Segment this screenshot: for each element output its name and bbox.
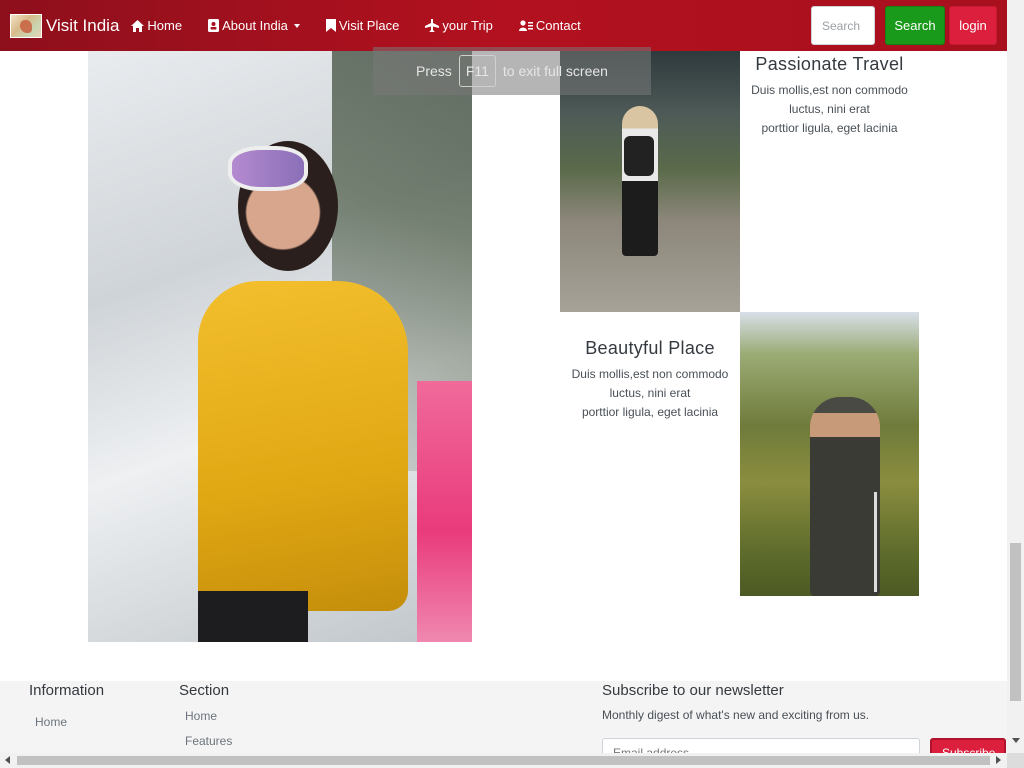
search-input[interactable] bbox=[811, 6, 875, 45]
snowboarder-photo bbox=[88, 51, 472, 642]
nav-item-label: About India bbox=[222, 18, 288, 33]
footer-link-home[interactable]: Home bbox=[185, 709, 232, 723]
card-title: Passionate Travel bbox=[755, 54, 904, 74]
plane-icon bbox=[425, 19, 440, 32]
scroll-right-arrow-icon[interactable] bbox=[996, 756, 1001, 764]
footer-link-home[interactable]: Home bbox=[35, 715, 104, 729]
search-button[interactable]: Search bbox=[885, 6, 945, 45]
india-map-logo bbox=[10, 13, 42, 38]
nav-item-contact[interactable]: Contact bbox=[518, 18, 581, 33]
card-desc-line: porttior ligula, eget lacinia bbox=[761, 121, 898, 135]
card-title: Beautyful Place bbox=[585, 338, 715, 358]
beautyful-place-card: Beautyful Place Duis mollis,est non comm… bbox=[560, 338, 740, 422]
home-icon bbox=[131, 19, 145, 32]
newsletter-heading: Subscribe to our newsletter bbox=[602, 682, 784, 699]
card-desc-line: Duis mollis,est non commodo bbox=[751, 83, 908, 97]
footer-link-features[interactable]: Features bbox=[185, 734, 232, 748]
id-card-icon bbox=[208, 19, 220, 32]
nav-item-label: your Trip bbox=[442, 18, 493, 33]
footer: Information Home Section Home Features S… bbox=[0, 681, 1007, 768]
forest-hiker-photo bbox=[740, 312, 919, 596]
footer-newsletter: Subscribe to our newsletter Monthly dige… bbox=[602, 681, 869, 722]
scrollbar-corner bbox=[1007, 753, 1024, 768]
footer-heading: Section bbox=[179, 682, 230, 699]
bookmark-icon bbox=[325, 19, 336, 32]
brand-link[interactable]: Visit India bbox=[10, 13, 120, 38]
navbar: Visit India Home About India Visit Place… bbox=[0, 0, 1007, 51]
nav-item-about-india[interactable]: About India bbox=[208, 18, 300, 33]
chevron-down-icon bbox=[293, 23, 300, 28]
fullscreen-notice: Press F11 to exit full screen bbox=[373, 47, 651, 95]
nav-item-visit-place[interactable]: Visit Place bbox=[325, 18, 400, 33]
fullscreen-notice-prefix: Press bbox=[416, 63, 452, 79]
footer-section: Section Home Features bbox=[179, 681, 232, 748]
nav-item-label: Visit Place bbox=[338, 18, 400, 33]
nav-item-label: Home bbox=[147, 18, 183, 33]
card-description: Duis mollis,est non commodo luctus, nini… bbox=[560, 365, 740, 422]
vertical-scrollbar[interactable] bbox=[1007, 0, 1024, 753]
horizontal-scroll-thumb[interactable] bbox=[17, 756, 990, 765]
newsletter-subtitle: Monthly digest of what's new and excitin… bbox=[602, 708, 870, 722]
nav-item-home[interactable]: Home bbox=[131, 18, 182, 33]
horizontal-scrollbar[interactable] bbox=[0, 753, 1007, 768]
fullscreen-notice-suffix: to exit full screen bbox=[502, 63, 608, 79]
scroll-left-arrow-icon[interactable] bbox=[5, 756, 10, 764]
card-desc-line: Duis mollis,est non commodo bbox=[571, 367, 729, 381]
nav-menu: Home About India Visit Place your Trip C… bbox=[131, 18, 606, 33]
f11-key: F11 bbox=[458, 55, 496, 87]
card-desc-line: luctus, nini erat bbox=[609, 386, 691, 400]
card-description: Duis mollis,est non commodo luctus, nini… bbox=[740, 81, 919, 138]
brand-name: Visit India bbox=[46, 15, 120, 35]
scroll-down-arrow-icon[interactable] bbox=[1012, 738, 1020, 743]
footer-heading: Information bbox=[29, 682, 105, 699]
passionate-travel-card: Passionate Travel Duis mollis,est non co… bbox=[740, 54, 919, 138]
contact-icon bbox=[518, 20, 533, 31]
vertical-scroll-thumb[interactable] bbox=[1010, 543, 1021, 701]
footer-information: Information Home bbox=[29, 681, 104, 729]
nav-item-label: Contact bbox=[535, 18, 581, 33]
card-desc-line: luctus, nini erat bbox=[789, 102, 870, 116]
login-button[interactable]: login bbox=[949, 6, 997, 45]
card-desc-line: porttior ligula, eget lacinia bbox=[581, 405, 719, 419]
nav-item-your-trip[interactable]: your Trip bbox=[425, 18, 493, 33]
